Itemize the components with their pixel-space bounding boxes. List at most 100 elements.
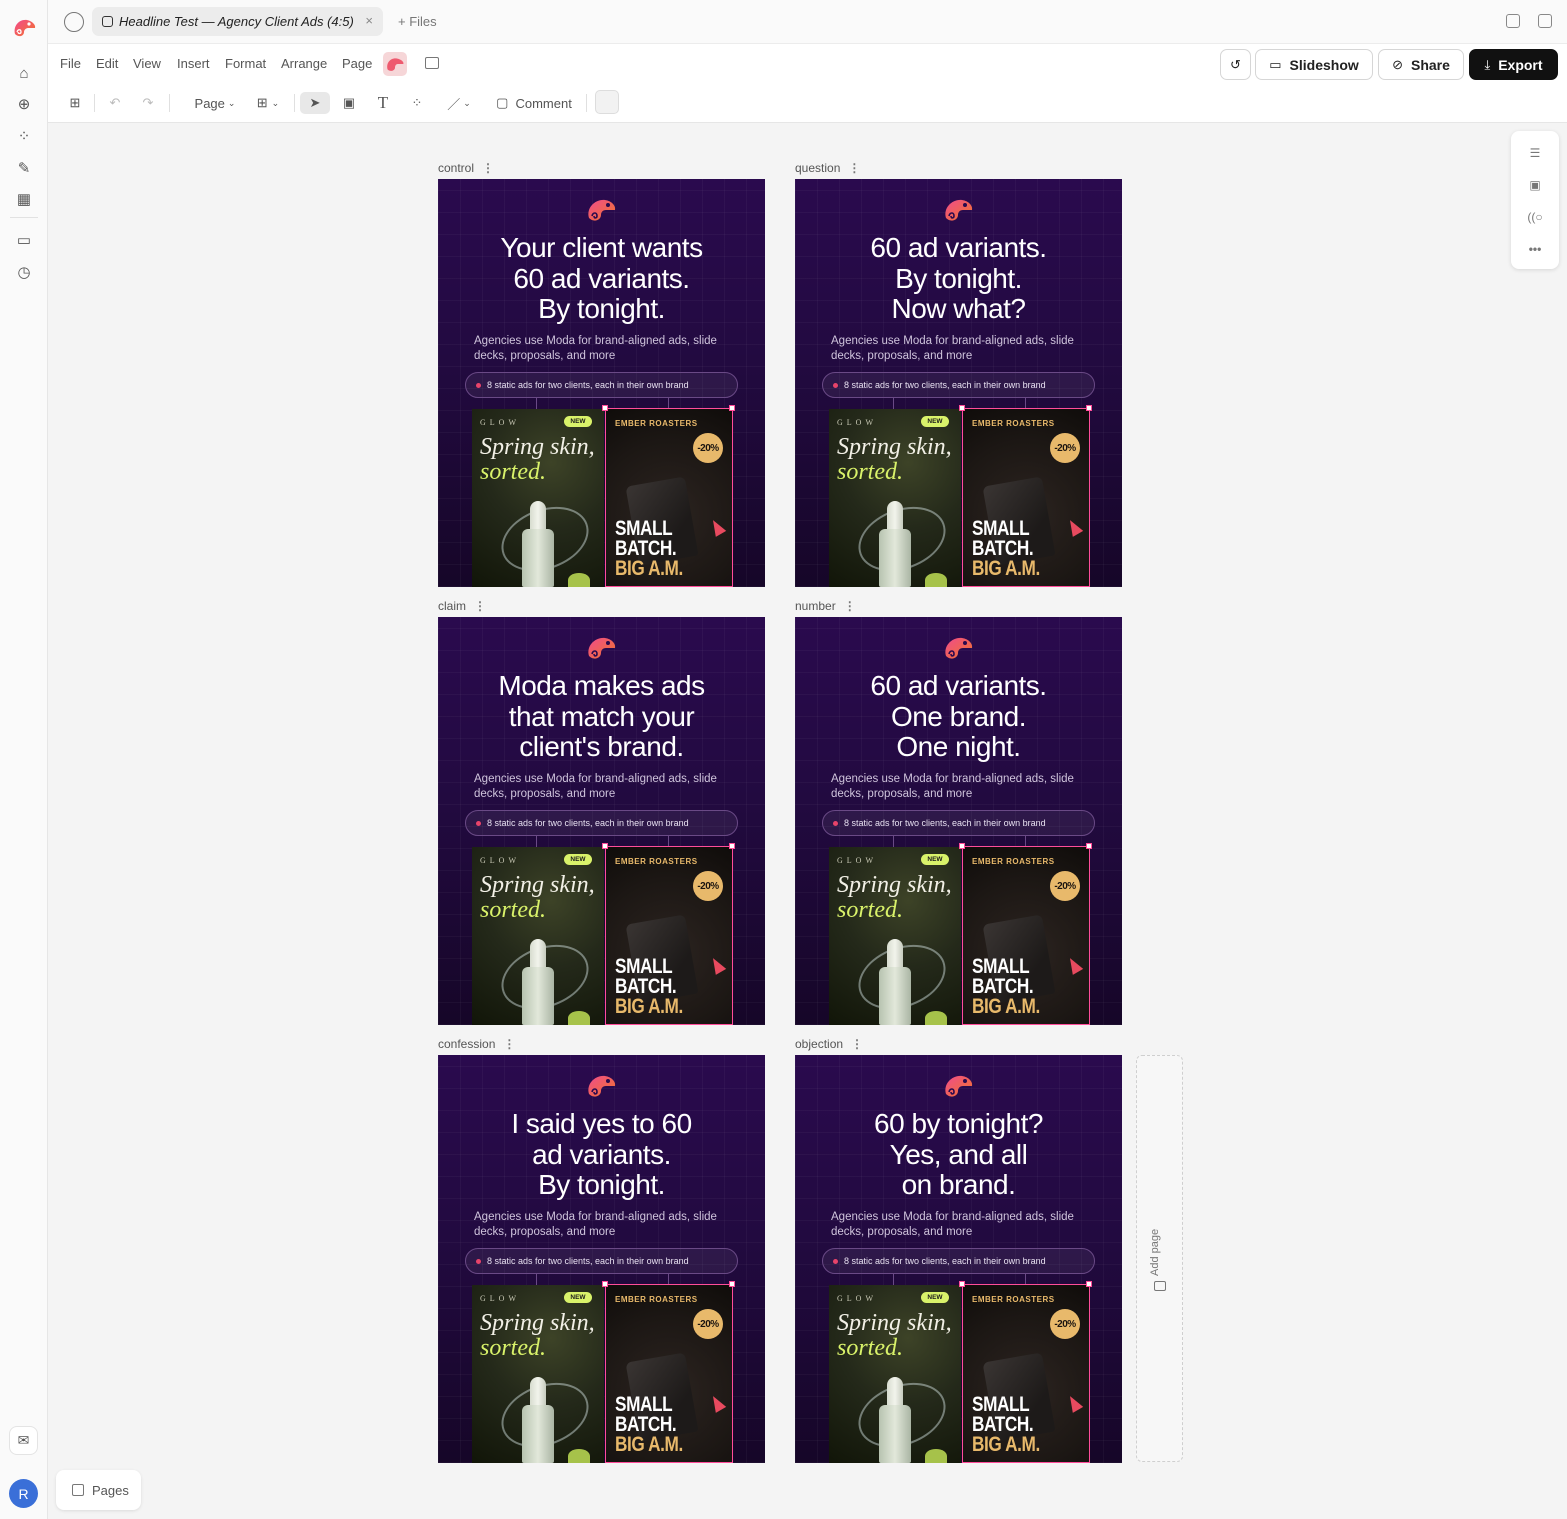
ad-headline: 60 ad variants. By tonight. Now what? xyxy=(795,232,1122,325)
ad-page-confession[interactable]: I said yes to 60 ad variants. By tonight… xyxy=(438,1055,765,1463)
ember-line-2: BATCH. xyxy=(615,537,677,560)
workspace-icon[interactable] xyxy=(64,12,84,32)
selection-handle[interactable] xyxy=(729,843,735,849)
ad-page-number[interactable]: 60 ad variants. One brand. One night. Ag… xyxy=(795,617,1122,1025)
comment-icon: ▢ xyxy=(496,95,509,110)
share-button[interactable]: ⊘ Share xyxy=(1378,49,1464,80)
page-label[interactable]: claim ⋮ xyxy=(438,599,486,613)
folder-icon[interactable]: ▭ xyxy=(14,230,34,250)
pages-icon xyxy=(72,1484,84,1496)
split-view-icon[interactable] xyxy=(1506,14,1520,28)
brand-kit-icon[interactable]: ✎ xyxy=(14,158,34,178)
menu-format[interactable]: Format xyxy=(225,56,266,71)
close-tab-icon[interactable]: × xyxy=(365,13,373,28)
pill-dot-icon xyxy=(476,1259,481,1264)
selection-handle[interactable] xyxy=(959,1281,965,1287)
menu-edit[interactable]: Edit xyxy=(96,56,118,71)
page-dropdown[interactable]: Page ⌄ xyxy=(192,92,238,114)
chevron-down-icon: ⌄ xyxy=(463,97,471,108)
menu-view[interactable]: View xyxy=(133,56,161,71)
page-label[interactable]: number ⋮ xyxy=(795,599,856,613)
line-tool-dropdown[interactable]: ／ ⌄ xyxy=(442,92,476,114)
components-tool-icon[interactable]: ⁘ xyxy=(407,92,427,114)
ember-line-2: BATCH. xyxy=(972,975,1034,998)
cursor-arrow-icon xyxy=(1064,1393,1084,1413)
selection-handle[interactable] xyxy=(959,405,965,411)
image-tool-icon[interactable]: ▣ xyxy=(339,92,359,114)
add-icon[interactable]: ⊕ xyxy=(14,94,34,114)
page-label[interactable]: question ⋮ xyxy=(795,161,860,175)
text-tool-icon[interactable]: T xyxy=(373,92,393,114)
ember-line-1: SMALL xyxy=(615,1393,673,1416)
selection-handle[interactable] xyxy=(1086,405,1092,411)
export-button[interactable]: ⤓ Export xyxy=(1469,49,1558,80)
image-icon[interactable]: ▣ xyxy=(1527,177,1543,193)
pill-text: 8 static ads for two clients, each in th… xyxy=(844,818,1046,828)
folder-icon[interactable] xyxy=(425,57,439,69)
new-badge: NEW xyxy=(564,1292,592,1303)
window-toggle-icon[interactable] xyxy=(1538,14,1552,28)
user-avatar[interactable]: R xyxy=(9,1479,38,1508)
moda-logo-icon[interactable] xyxy=(11,16,37,40)
home-icon[interactable]: ⌂ xyxy=(14,63,34,83)
connector-line xyxy=(536,836,537,847)
add-page-icon[interactable]: ⊞ xyxy=(66,92,84,114)
brand-kit-button[interactable] xyxy=(383,52,407,76)
page-menu-icon[interactable]: ⋮ xyxy=(474,599,486,613)
calendar-icon[interactable]: ▦ xyxy=(14,189,34,209)
selection-handle[interactable] xyxy=(959,843,965,849)
pill-text: 8 static ads for two clients, each in th… xyxy=(487,1256,689,1266)
selection-handle[interactable] xyxy=(602,843,608,849)
slideshow-label: Slideshow xyxy=(1289,56,1359,73)
selection-handle[interactable] xyxy=(1086,843,1092,849)
page-menu-icon[interactable]: ⋮ xyxy=(482,161,494,175)
undo-icon[interactable]: ↶ xyxy=(106,92,124,114)
selection-handle[interactable] xyxy=(729,1281,735,1287)
page-menu-icon[interactable]: ⋮ xyxy=(844,599,856,613)
more-options-icon[interactable]: ••• xyxy=(1527,241,1543,257)
menu-page[interactable]: Page xyxy=(342,56,372,71)
page-menu-icon[interactable]: ⋮ xyxy=(848,161,860,175)
ad-page-objection[interactable]: 60 by tonight? Yes, and all on brand. Ag… xyxy=(795,1055,1122,1463)
gift-icon[interactable]: ✉ xyxy=(9,1426,38,1455)
ember-ad-card: EMBER ROASTERS -20% SMALL BATCH. BIG A.M… xyxy=(962,408,1090,587)
menu-arrange[interactable]: Arrange xyxy=(281,56,327,71)
ad-subheadline: Agencies use Moda for brand-aligned ads,… xyxy=(474,335,717,362)
connector-line xyxy=(893,836,894,847)
comment-button[interactable]: ▢ Comment xyxy=(492,92,576,114)
document-tab[interactable]: Headline Test — Agency Client Ads (4:5) … xyxy=(92,7,383,36)
ad-page-control[interactable]: Your client wants 60 ad variants. By ton… xyxy=(438,179,765,587)
selection-handle[interactable] xyxy=(602,405,608,411)
selection-handle[interactable] xyxy=(729,405,735,411)
pill-text: 8 static ads for two clients, each in th… xyxy=(844,380,1046,390)
select-tool-icon[interactable]: ➤ xyxy=(300,92,330,114)
broadcast-icon[interactable]: ((○ xyxy=(1527,209,1543,225)
page-label[interactable]: control ⋮ xyxy=(438,161,494,175)
fill-color-swatch[interactable] xyxy=(595,90,619,114)
adjustments-icon[interactable]: ☰ xyxy=(1527,145,1543,161)
history-icon[interactable]: ◷ xyxy=(14,262,34,282)
lime-slice-icon xyxy=(568,1449,590,1463)
version-history-button[interactable]: ↺ xyxy=(1220,49,1251,80)
ad-page-claim[interactable]: Moda makes ads that match your client's … xyxy=(438,617,765,1025)
layout-grid-dropdown[interactable]: ⊞ ⌄ xyxy=(250,92,286,114)
page-label[interactable]: objection ⋮ xyxy=(795,1037,863,1051)
menu-file[interactable]: File xyxy=(60,56,81,71)
page-menu-icon[interactable]: ⋮ xyxy=(851,1037,863,1051)
glow-brand: GLOW xyxy=(837,856,877,865)
selection-handle[interactable] xyxy=(1086,1281,1092,1287)
selection-handle[interactable] xyxy=(602,1281,608,1287)
add-files-button[interactable]: + Files xyxy=(398,14,437,29)
redo-icon[interactable]: ↷ xyxy=(139,92,157,114)
connector-line xyxy=(536,1274,537,1285)
slideshow-button[interactable]: ▭ Slideshow xyxy=(1255,49,1373,80)
add-page-button[interactable]: Add page xyxy=(1136,1055,1183,1462)
pages-panel-button[interactable]: Pages xyxy=(56,1470,141,1510)
ad-page-question[interactable]: 60 ad variants. By tonight. Now what? Ag… xyxy=(795,179,1122,587)
apps-grid-icon[interactable]: ⁘ xyxy=(14,126,34,146)
menu-insert[interactable]: Insert xyxy=(177,56,210,71)
ad-pill: 8 static ads for two clients, each in th… xyxy=(822,1248,1095,1274)
headline-line: 60 ad variants. xyxy=(870,232,1047,263)
page-menu-icon[interactable]: ⋮ xyxy=(503,1037,515,1051)
page-label[interactable]: confession ⋮ xyxy=(438,1037,515,1051)
